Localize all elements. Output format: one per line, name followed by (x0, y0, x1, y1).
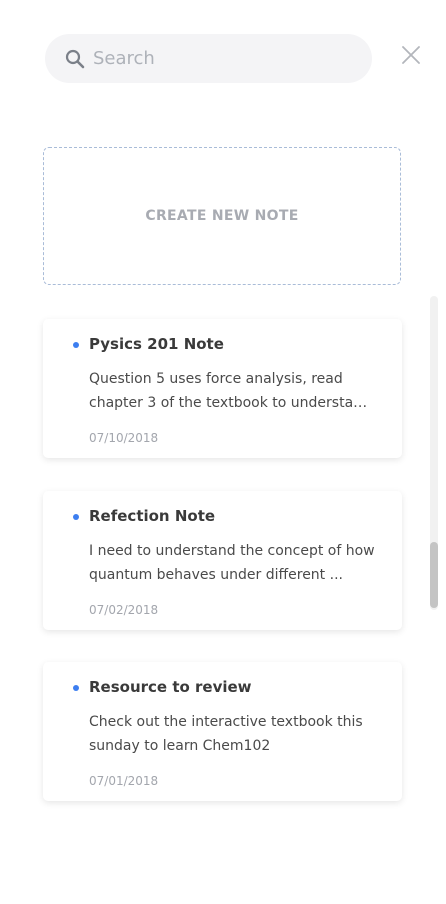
search-input[interactable] (93, 34, 353, 83)
note-bullet-icon (73, 342, 79, 348)
note-date: 07/02/2018 (89, 603, 159, 617)
note-preview: Question 5 uses force analysis, read cha… (89, 371, 368, 411)
note-title: Refection Note (89, 507, 216, 525)
scrollbar-thumb[interactable] (430, 542, 438, 608)
create-new-note-button[interactable]: CREATE NEW NOTE (43, 147, 401, 285)
note-date: 07/01/2018 (89, 774, 159, 788)
note-card[interactable]: Refection Note I need to understand the … (43, 491, 402, 630)
note-title: Resource to review (89, 678, 252, 696)
create-new-note-label: CREATE NEW NOTE (145, 208, 299, 224)
note-bullet-icon (73, 514, 79, 520)
note-date: 07/10/2018 (89, 431, 159, 445)
search-bar[interactable] (45, 34, 372, 83)
note-bullet-icon (73, 685, 79, 691)
note-title: Pysics 201 Note (89, 335, 224, 353)
note-card[interactable]: Pysics 201 Note Question 5 uses force an… (43, 319, 402, 458)
close-icon[interactable] (402, 46, 420, 64)
note-card[interactable]: Resource to review Check out the interac… (43, 662, 402, 801)
note-preview: I need to understand the concept of how … (89, 543, 375, 583)
search-icon (65, 49, 85, 69)
note-preview: Check out the interactive textbook this … (89, 714, 363, 754)
